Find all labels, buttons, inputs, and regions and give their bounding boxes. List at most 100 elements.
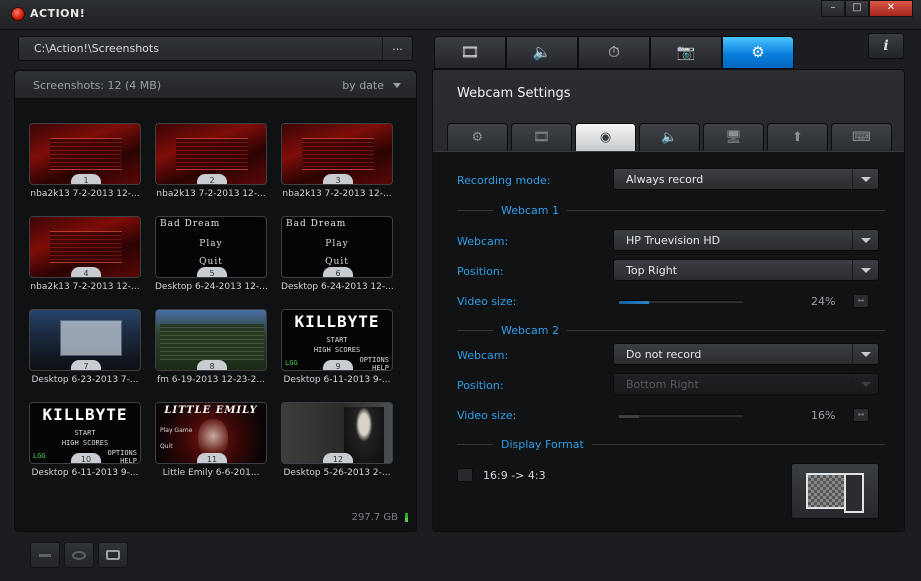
path-bar[interactable]: C:\Action!\Screenshots ... xyxy=(18,36,413,61)
screenshots-count: Screenshots: 12 (4 MB) xyxy=(33,79,162,92)
chevron-down-icon[interactable] xyxy=(852,230,878,250)
disk-free-space: 297.7 GB xyxy=(351,512,398,523)
subtab-upload[interactable]: ⬆ xyxy=(767,123,828,151)
delete-button[interactable] xyxy=(30,542,60,568)
screenshot-item[interactable]: 2 nba2k13 7-2-2013 12-... xyxy=(155,123,269,207)
chevron-down-icon[interactable] xyxy=(852,344,878,364)
app-logo-icon xyxy=(11,7,25,21)
preview-button[interactable] xyxy=(64,542,94,568)
browse-button[interactable]: ... xyxy=(382,37,412,60)
chevron-down-icon[interactable] xyxy=(393,83,401,88)
screenshot-thumbnail[interactable]: KILLBYTE START HIGH SCORES OPTIONS HELP LGG 10 xyxy=(29,402,141,464)
screenshot-thumbnail[interactable]: 1 xyxy=(29,123,141,185)
thumb-number: 5 xyxy=(197,267,227,277)
webcam-icon: ◉ xyxy=(599,130,612,145)
screenshots-header: Screenshots: 12 (4 MB) by date xyxy=(15,71,416,99)
expand-icon[interactable]: ↔ xyxy=(853,294,869,308)
thumb-line: Quit xyxy=(160,443,173,450)
recording-mode-dropdown[interactable]: Always record xyxy=(613,168,879,190)
chevron-down-icon[interactable] xyxy=(852,260,878,280)
subtab-video[interactable]: 🎞 xyxy=(511,123,572,151)
main-tabs: 🎞 🔈 ⏱ 📷 ⚙ xyxy=(434,36,794,69)
display-format-section-label: Display Format xyxy=(493,438,592,451)
webcam2-label: Webcam: xyxy=(457,349,509,362)
thumb-line: Play xyxy=(199,239,223,249)
thumb-number: 3 xyxy=(323,174,353,184)
chevron-down-icon[interactable] xyxy=(852,374,878,394)
thumb-line: OPTIONS xyxy=(359,356,389,364)
thumb-tag: LGG xyxy=(285,359,298,367)
thumb-line: OPTIONS xyxy=(107,449,137,457)
screenshot-thumbnail[interactable]: 12 xyxy=(281,402,393,464)
tab-settings[interactable]: ⚙ xyxy=(722,36,794,69)
subtab-general[interactable]: ⚙ xyxy=(447,123,508,151)
screenshots-panel: Screenshots: 12 (4 MB) by date 1 nba2k13 … xyxy=(14,70,417,532)
expand-icon[interactable]: ↔ xyxy=(853,408,869,422)
subtab-audio[interactable]: 🔈 xyxy=(639,123,700,151)
thumb-title: Bad Dream xyxy=(286,219,347,229)
screenshot-thumbnail[interactable]: 4 xyxy=(29,216,141,278)
screenshot-item[interactable]: KILLBYTE START HIGH SCORES OPTIONS HELP LGG 9 D… xyxy=(281,309,395,393)
screenshot-caption: nba2k13 7-2-2013 12-... xyxy=(30,282,140,292)
close-button[interactable]: ✕ xyxy=(869,0,913,17)
subtab-display[interactable]: 🖥 xyxy=(703,123,764,151)
screenshot-caption: fm 6-19-2013 12-23-2... xyxy=(157,375,265,385)
thumb-number: 12 xyxy=(323,453,353,463)
webcam1-size-slider[interactable] xyxy=(619,300,743,304)
screenshot-caption: nba2k13 7-2-2013 12-... xyxy=(156,189,266,199)
sort-dropdown[interactable]: by date xyxy=(342,79,384,92)
screenshot-item[interactable]: 3 nba2k13 7-2-2013 12-... xyxy=(281,123,395,207)
tab-video[interactable]: 🎞 xyxy=(434,36,506,69)
screenshot-item[interactable]: Bad Dream Play Quit 6 Desktop 6-24-2013 12-.… xyxy=(281,216,395,300)
aspect-convert-checkbox[interactable] xyxy=(457,468,473,482)
webcam1-size-percent: 24% xyxy=(811,295,836,308)
app-title: ACTION! xyxy=(30,7,86,20)
display-format-button[interactable] xyxy=(791,463,879,519)
subtab-webcam[interactable]: ◉ xyxy=(575,123,636,151)
tab-benchmark[interactable]: ⏱ xyxy=(578,36,650,69)
stopwatch-icon: ⏱ xyxy=(608,43,620,61)
webcam2-size-slider[interactable] xyxy=(619,414,743,418)
tab-screenshots[interactable]: 📷 xyxy=(650,36,722,69)
screenshot-thumbnail[interactable]: Bad Dream Play Quit 5 xyxy=(155,216,267,278)
screenshot-item[interactable]: KILLBYTE START HIGH SCORES OPTIONS HELP LGG 10… xyxy=(29,402,143,486)
info-button[interactable]: i xyxy=(868,33,904,59)
screenshot-thumbnail[interactable]: 8 xyxy=(155,309,267,371)
camera-icon: 📷 xyxy=(676,43,696,61)
settings-title: Webcam Settings xyxy=(457,86,571,101)
minimize-button[interactable]: – xyxy=(821,0,845,17)
thumb-line: HIGH SCORES xyxy=(313,346,361,354)
screenshot-thumbnail[interactable]: 3 xyxy=(281,123,393,185)
webcam1-position-dropdown[interactable]: Top Right xyxy=(613,259,879,281)
chevron-down-icon[interactable] xyxy=(852,169,878,189)
screenshot-item[interactable]: 4 nba2k13 7-2-2013 12-... xyxy=(29,216,143,300)
webcam1-value: HP Truevision HD xyxy=(626,234,721,247)
screenshot-thumbnail[interactable]: LITTLE EMILY Play Game Quit 11 xyxy=(155,402,267,464)
thumb-line: Quit xyxy=(325,257,349,267)
gear-icon: ⚙ xyxy=(751,43,765,61)
open-folder-button[interactable] xyxy=(98,542,128,568)
screenshot-thumbnail[interactable]: 7 xyxy=(29,309,141,371)
tab-audio[interactable]: 🔈 xyxy=(506,36,578,69)
screenshot-thumbnail[interactable]: 2 xyxy=(155,123,267,185)
screenshot-item[interactable]: 8 fm 6-19-2013 12-23-2... xyxy=(155,309,269,393)
webcam1-size-fill xyxy=(619,301,649,304)
aspect-convert-label: 16:9 -> 4:3 xyxy=(483,469,546,482)
screenshot-thumbnail[interactable]: Bad Dream Play Quit 6 xyxy=(281,216,393,278)
webcam2-position-dropdown[interactable]: Bottom Right xyxy=(613,373,879,395)
bottom-toolbar xyxy=(30,542,128,568)
screenshot-item[interactable]: 7 Desktop 6-23-2013 7-... xyxy=(29,309,143,393)
thumb-number: 1 xyxy=(71,174,101,184)
webcam1-dropdown[interactable]: HP Truevision HD xyxy=(613,229,879,251)
webcam2-dropdown[interactable]: Do not record xyxy=(613,343,879,365)
screenshot-item[interactable]: 12 Desktop 5-26-2013 2-... xyxy=(281,402,395,486)
screenshot-item[interactable]: LITTLE EMILY Play Game Quit 11 Little Emily … xyxy=(155,402,269,486)
screenshot-thumbnail[interactable]: KILLBYTE START HIGH SCORES OPTIONS HELP LGG 9 xyxy=(281,309,393,371)
maximize-button[interactable]: □ xyxy=(845,0,869,17)
film-icon: 🎞 xyxy=(460,43,480,61)
screenshot-item[interactable]: 1 nba2k13 7-2-2013 12-... xyxy=(29,123,143,207)
path-input[interactable]: C:\Action!\Screenshots xyxy=(34,42,159,55)
screenshot-item[interactable]: Bad Dream Play Quit 5 Desktop 6-24-2013 12-.… xyxy=(155,216,269,300)
subtab-hotkeys[interactable]: ⌨ xyxy=(831,123,892,151)
thumb-line: Play Game xyxy=(160,427,193,434)
